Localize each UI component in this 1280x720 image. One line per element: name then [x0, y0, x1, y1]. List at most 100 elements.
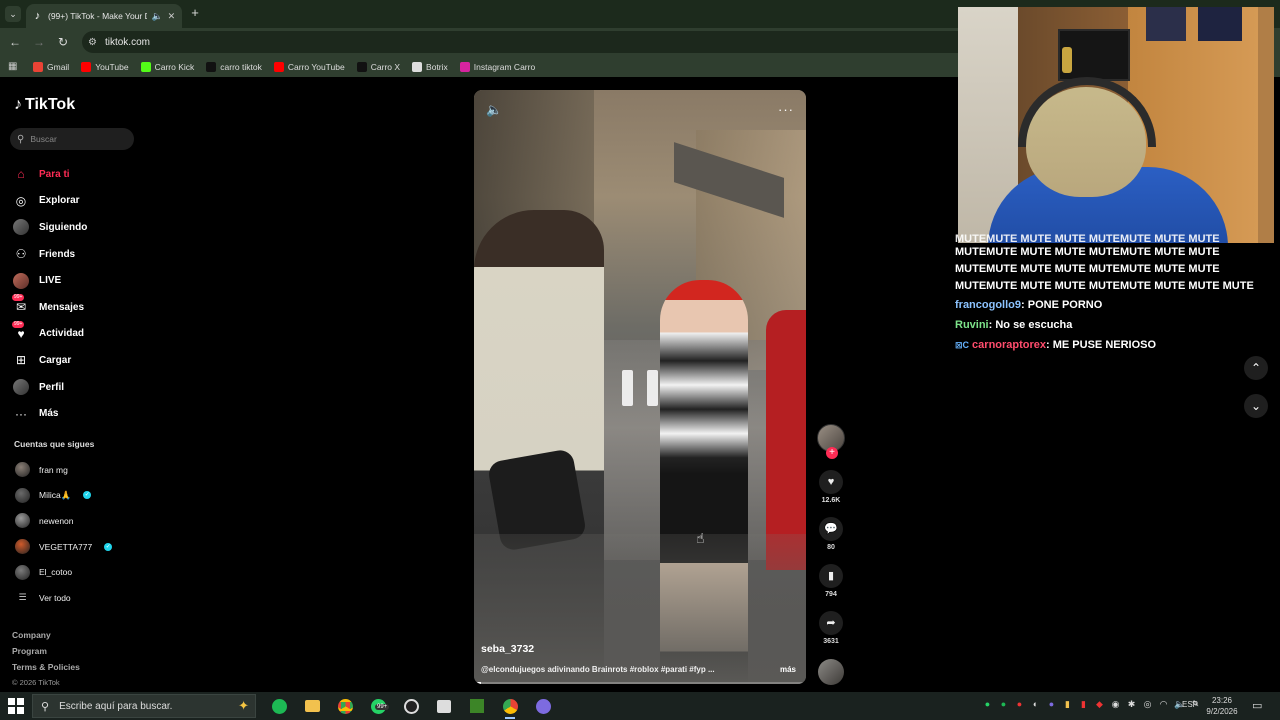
scroll-up-button[interactable]: ⌃ — [1244, 356, 1268, 380]
discord-icon[interactable] — [532, 695, 554, 717]
bookmark-item[interactable]: Instagram Carro — [455, 58, 540, 76]
bookmark-label: YouTube — [95, 61, 129, 72]
creator-avatar[interactable]: + — [817, 424, 845, 459]
obs-icon[interactable] — [400, 695, 422, 717]
bookmark-item[interactable]: YouTube — [76, 58, 133, 76]
app-tray-icon[interactable]: ▮ — [1078, 699, 1089, 710]
clock[interactable]: 23:26 9/2/2026 — [1204, 695, 1240, 717]
spotify-tray-icon[interactable]: ● — [998, 699, 1009, 710]
chat-text: : No se escucha — [988, 319, 1073, 331]
folder-icon[interactable] — [301, 695, 323, 717]
chat-username[interactable]: francogollo9 — [955, 299, 1021, 311]
tiktok-icon: ♪ — [14, 96, 22, 113]
apps-icon[interactable]: ▦ — [8, 61, 20, 72]
bookmark-item[interactable]: Carro Kick — [136, 58, 200, 76]
menu-item[interactable]: ··· Más — [12, 400, 152, 427]
bluetooth-tray-icon[interactable]: ✱ — [1126, 699, 1137, 710]
sound-avatar[interactable] — [818, 659, 844, 685]
chat-username[interactable]: carnoraptorex — [972, 339, 1046, 351]
bookmark-item[interactable]: Carro X — [352, 58, 405, 76]
follow-plus-icon[interactable]: + — [826, 447, 838, 459]
bookmark-item[interactable]: Botrix — [407, 58, 453, 76]
youtube-icon — [81, 61, 92, 72]
more-options-icon[interactable]: ··· — [778, 102, 794, 117]
following-item[interactable]: fran mg — [15, 457, 155, 483]
menu-item[interactable]: Perfil — [12, 374, 152, 401]
pause-icon[interactable] — [622, 370, 658, 406]
menu-item[interactable]: ⌂ Para ti — [12, 161, 152, 188]
shield-tray-icon[interactable]: ◆ — [1094, 699, 1105, 710]
reload-icon[interactable]: ↻ — [55, 34, 71, 50]
footer-terms[interactable]: Terms & Policies — [12, 662, 80, 678]
antivirus-tray-icon[interactable]: ◎ — [1142, 699, 1153, 710]
taskbar-search-input[interactable]: ⚲ Escribe aquí para buscar. ✦ — [32, 694, 256, 718]
video-author[interactable]: seba_3732 — [481, 643, 534, 655]
record-tray-icon[interactable]: ● — [1014, 699, 1025, 710]
menu-item[interactable]: ⚇ Friends — [12, 241, 152, 268]
comment-button[interactable]: 💬 80 — [816, 517, 846, 551]
video-player[interactable]: 🔈 ··· seba_3732 @elcondujuegos adivinand… — [474, 90, 806, 684]
comment-count: 80 — [827, 544, 835, 551]
youtube-icon — [273, 61, 284, 72]
spotify-icon[interactable] — [268, 695, 290, 717]
whatsapp-tray-icon[interactable]: ● — [982, 699, 993, 710]
store-icon[interactable] — [433, 695, 455, 717]
steam-tray-icon[interactable]: ◐ — [1030, 699, 1041, 710]
security-tray-icon[interactable]: ▮ — [1062, 699, 1073, 710]
browser-tab[interactable]: ♪ (99+) TikTok - Make Your Day 🔈 ✕ — [26, 4, 182, 28]
more-caption-link[interactable]: más — [780, 665, 796, 674]
footer-links: Company Program Terms & Policies © 2026 … — [12, 630, 80, 694]
wifi-tray-icon[interactable]: ◠ — [1158, 699, 1169, 710]
following-name: VEGETTA777 — [39, 541, 93, 552]
share-button[interactable]: ➦ 3631 — [816, 611, 846, 645]
following-item[interactable]: El_cotoo — [15, 559, 155, 585]
new-tab-icon[interactable]: + — [188, 6, 202, 20]
menu-item[interactable]: ◎ Explorar — [12, 188, 152, 215]
tab-search-icon[interactable]: ⌄ — [5, 6, 21, 22]
chat-username[interactable]: Ruvini — [955, 319, 989, 331]
forward-icon[interactable]: → — [31, 34, 47, 50]
search-input[interactable]: ⚲ Buscar — [10, 128, 134, 150]
following-item[interactable]: VEGETTA777 ✓ — [15, 534, 155, 560]
avatar — [15, 462, 30, 478]
footer-program[interactable]: Program — [12, 646, 80, 662]
whatsapp-icon[interactable]: 99+ — [367, 695, 390, 717]
bookmark-label: Gmail — [47, 61, 70, 72]
save-button[interactable]: ▮ 794 — [816, 564, 846, 598]
site-info-icon[interactable]: ⚙ — [88, 37, 97, 48]
minecraft-icon[interactable] — [466, 695, 488, 717]
taskbar-search-placeholder: Escribe aquí para buscar. — [59, 700, 173, 712]
menu-item[interactable]: ⊞ Cargar — [12, 347, 152, 374]
notifications-icon[interactable]: ▭ — [1252, 699, 1262, 712]
chrome-icon[interactable] — [334, 695, 356, 717]
tab-audio-icon[interactable]: 🔈 — [152, 11, 163, 22]
chat-text: : ME PUSE NERIOSO — [1046, 339, 1157, 351]
close-icon[interactable]: ✕ — [167, 11, 176, 22]
scroll-down-button[interactable]: ⌄ — [1244, 394, 1268, 418]
language-indicator[interactable]: ESP — [1182, 700, 1198, 709]
menu-item[interactable]: ♥ 99+ Actividad — [12, 320, 152, 348]
chrome-active-icon[interactable] — [499, 695, 521, 719]
following-item[interactable]: Milica🙏 ✓ — [15, 483, 155, 509]
video-progress-bar[interactable] — [474, 682, 806, 684]
bookmark-item[interactable]: Gmail — [28, 58, 74, 76]
tiktok-logo[interactable]: ♪ TikTok — [14, 96, 75, 114]
back-icon[interactable]: ← — [7, 34, 23, 50]
notification-badge: 99+ — [12, 294, 25, 302]
menu-label: Para ti — [39, 168, 70, 180]
menu-item[interactable]: LIVE — [12, 267, 152, 294]
menu-item[interactable]: ✉ 99+ Mensajes — [12, 294, 152, 321]
network-tray-icon[interactable]: ◉ — [1110, 699, 1121, 710]
footer-company[interactable]: Company — [12, 630, 80, 646]
bookmark-item[interactable]: Carro YouTube — [269, 58, 350, 76]
volume-icon[interactable]: 🔈 — [486, 102, 502, 118]
discord-tray-icon[interactable]: ● — [1046, 699, 1057, 710]
bookmark-label: Botrix — [426, 61, 448, 72]
see-all-link[interactable]: ☰ Ver todo — [15, 585, 70, 611]
like-button[interactable]: ♥ 12.6K — [816, 470, 846, 504]
bookmark-item[interactable]: carro tiktok — [201, 58, 267, 76]
following-item[interactable]: newenon — [15, 508, 155, 534]
windows-start-icon[interactable] — [8, 698, 24, 714]
bookmark-label: Carro YouTube — [287, 61, 345, 72]
menu-item[interactable]: Siguiendo — [12, 214, 152, 241]
